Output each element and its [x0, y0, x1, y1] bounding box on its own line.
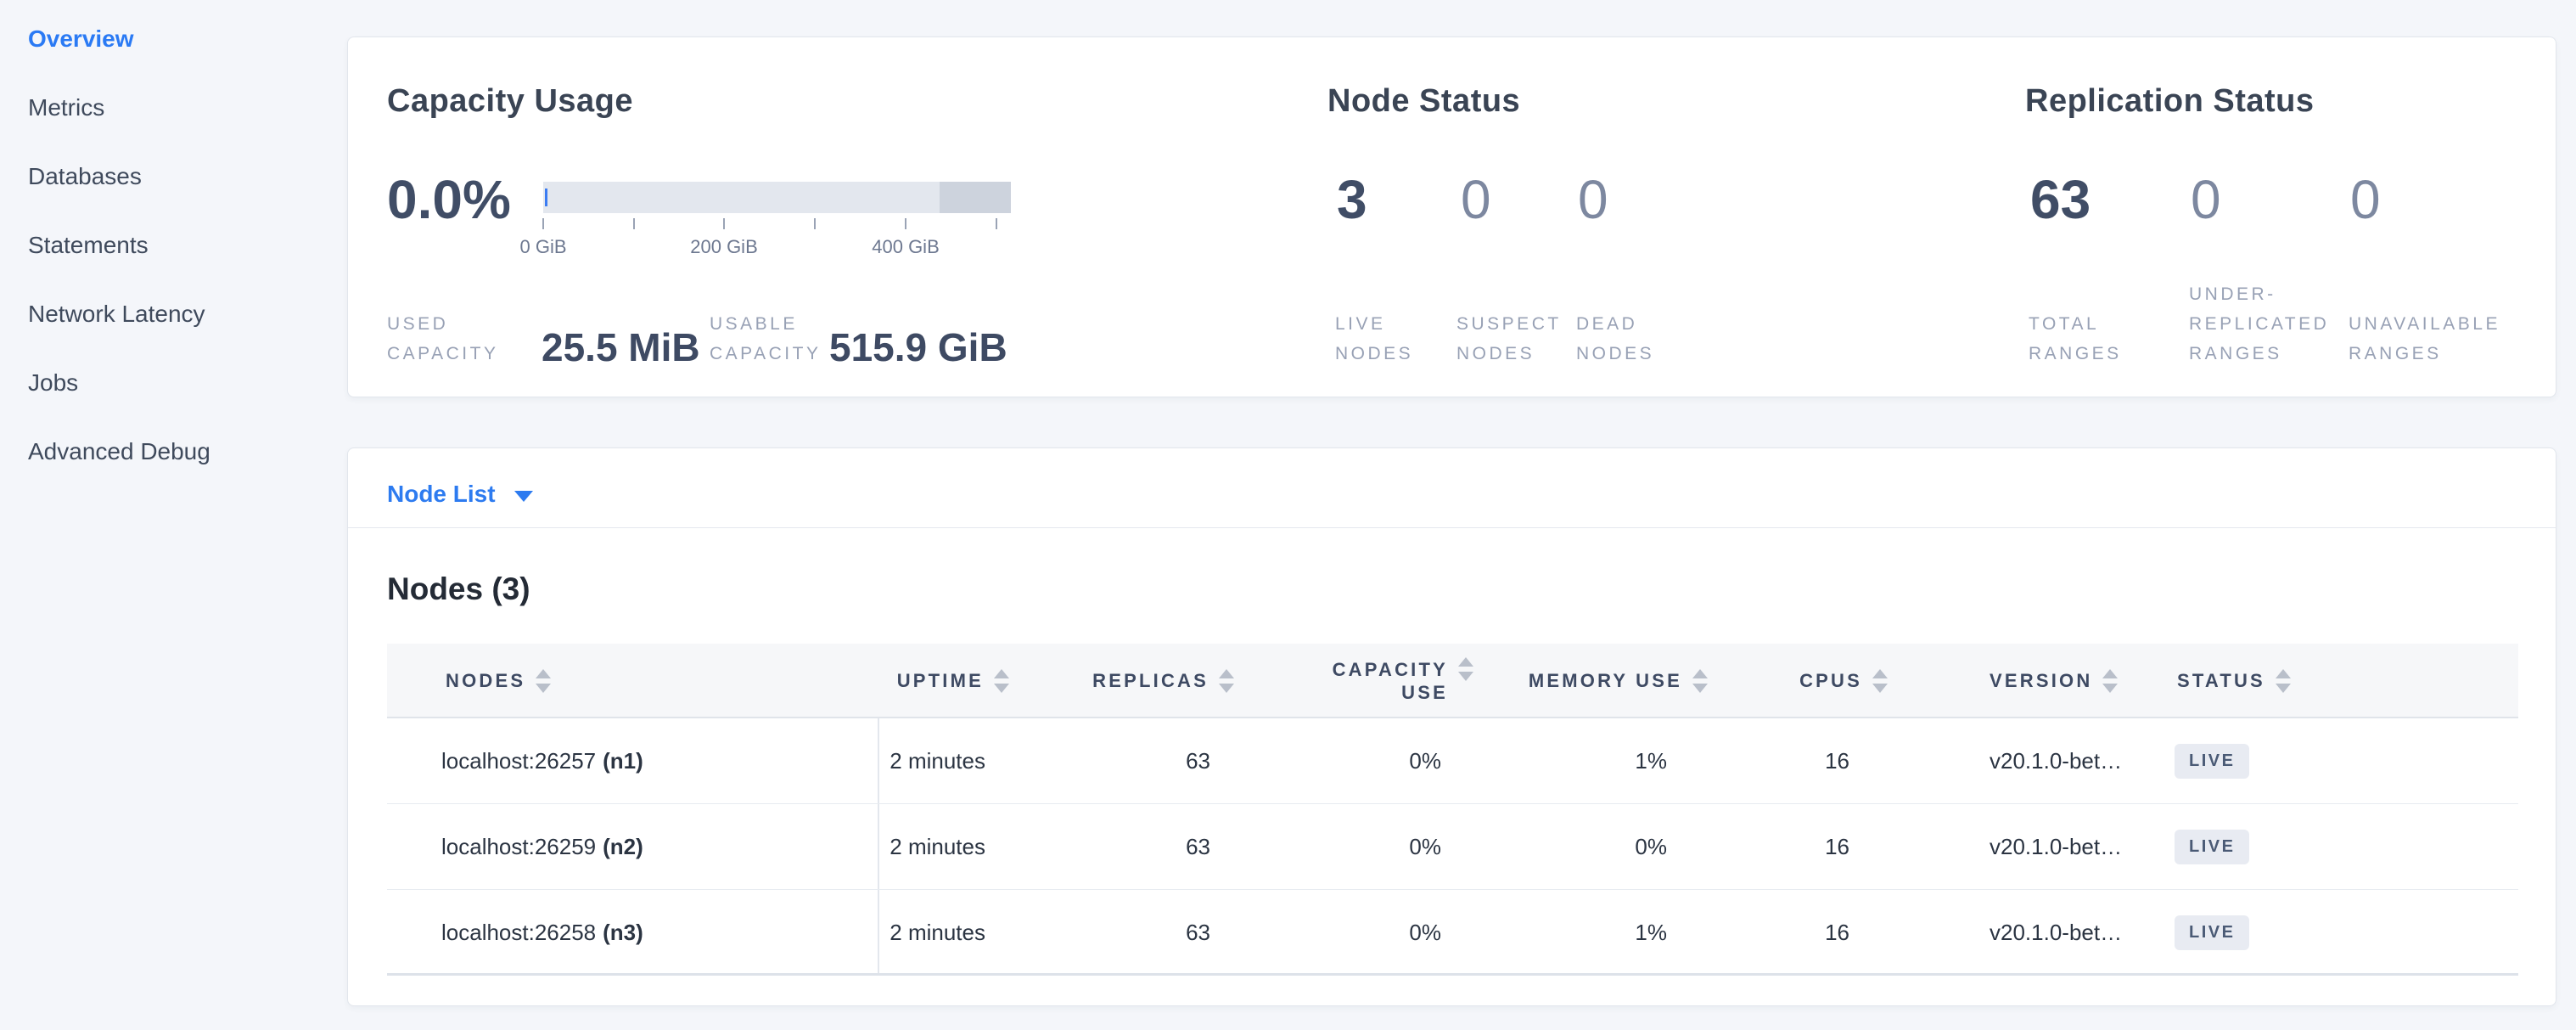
version-cell: v20.1.0-bet… — [1990, 804, 2122, 890]
axis-tick — [542, 218, 544, 229]
replicas-cell: 63 — [1186, 718, 1210, 804]
capacity-used-percent: 0.0% — [387, 172, 511, 228]
axis-tick — [723, 218, 725, 229]
uptime-cell: 2 minutes — [890, 718, 985, 804]
sort-icon — [994, 669, 1009, 693]
memory-use-cell: 0% — [1635, 804, 1667, 890]
cluster-summary-card: Capacity Usage 0.0% 0 GiB 200 GiB 400 Gi… — [347, 37, 2556, 397]
column-header-capacity-use[interactable]: CAPACITY USE — [1333, 644, 1473, 718]
live-nodes-label: LIVE NODES — [1335, 273, 1413, 369]
uptime-cell: 2 minutes — [890, 890, 985, 976]
axis-tick — [814, 218, 816, 229]
capacity-usage-title: Capacity Usage — [387, 83, 633, 120]
node-address-link[interactable]: localhost:26257 (n1) — [441, 718, 643, 804]
unavailable-ranges-count: 0 — [2350, 172, 2381, 228]
column-header-version[interactable]: VERSION — [1990, 644, 2118, 718]
used-capacity-label: USED CAPACITY — [387, 273, 498, 369]
axis-label-0gib: 0 GiB — [467, 234, 620, 260]
status-cell: LIVE — [2175, 890, 2249, 976]
under-replicated-ranges-label: UNDER- REPLICATED RANGES — [2189, 273, 2329, 369]
node-list-card: Node List Nodes (3) NODES UPTIME REPLICA… — [347, 447, 2556, 1006]
sidebar-item-databases[interactable]: Databases — [28, 161, 347, 192]
capacity-nonusable-segment — [940, 182, 1011, 213]
status-cell: LIVE — [2175, 804, 2249, 890]
uptime-cell: 2 minutes — [890, 804, 985, 890]
axis-label-400gib: 400 GiB — [829, 234, 982, 260]
axis-tick — [905, 218, 906, 229]
column-header-nodes[interactable]: NODES — [446, 644, 551, 718]
table-row[interactable]: localhost:26257 (n1) 2 minutes 63 0% 1% … — [387, 718, 2518, 804]
node-address-link[interactable]: localhost:26259 (n2) — [441, 804, 643, 890]
column-header-memory-use[interactable]: MEMORY USE — [1529, 644, 1708, 718]
nodes-table-body: localhost:26257 (n1) 2 minutes 63 0% 1% … — [387, 718, 2518, 976]
sidebar-item-network-latency[interactable]: Network Latency — [28, 299, 347, 329]
total-ranges-count: 63 — [2030, 172, 2091, 228]
node-address-link[interactable]: localhost:26258 (n3) — [441, 890, 643, 976]
replicas-cell: 63 — [1186, 804, 1210, 890]
replicas-cell: 63 — [1186, 890, 1210, 976]
total-ranges-label: TOTAL RANGES — [2029, 273, 2122, 369]
column-header-replicas[interactable]: REPLICAS — [1092, 644, 1234, 718]
nodes-section-title: Nodes (3) — [387, 571, 530, 607]
replication-status-title: Replication Status — [2025, 83, 2315, 120]
cpus-cell: 16 — [1825, 890, 1849, 976]
table-row[interactable]: localhost:26259 (n2) 2 minutes 63 0% 0% … — [387, 804, 2518, 890]
sort-icon — [536, 669, 551, 693]
capacity-use-cell: 0% — [1409, 890, 1441, 976]
memory-use-cell: 1% — [1635, 718, 1667, 804]
table-row[interactable]: localhost:26258 (n3) 2 minutes 63 0% 1% … — [387, 890, 2518, 976]
node-status-title: Node Status — [1327, 83, 1520, 120]
sidebar-item-statements[interactable]: Statements — [28, 230, 347, 261]
usable-capacity-label: USABLE CAPACITY — [710, 273, 821, 369]
unavailable-ranges-label: UNAVAILABLE RANGES — [2349, 273, 2500, 369]
column-header-cpus[interactable]: CPUS — [1799, 644, 1888, 718]
sidebar-item-jobs[interactable]: Jobs — [28, 368, 347, 398]
nodes-table-header: NODES UPTIME REPLICAS CAPACITY USE MEMOR… — [387, 644, 2518, 718]
sort-icon — [1219, 669, 1234, 693]
sort-icon — [2102, 669, 2118, 693]
column-header-status[interactable]: STATUS — [2177, 644, 2291, 718]
capacity-used-segment — [545, 189, 547, 206]
sort-icon — [2276, 669, 2291, 693]
sort-icon — [1458, 657, 1473, 681]
dead-nodes-label: DEAD NODES — [1576, 273, 1654, 369]
axis-tick — [633, 218, 635, 229]
capacity-use-cell: 0% — [1409, 804, 1441, 890]
chevron-down-icon — [514, 491, 533, 502]
cpus-cell: 16 — [1825, 718, 1849, 804]
cpus-cell: 16 — [1825, 804, 1849, 890]
capacity-usage-bar — [543, 182, 1011, 213]
live-nodes-count: 3 — [1337, 172, 1367, 228]
status-cell: LIVE — [2175, 718, 2249, 804]
axis-tick — [996, 218, 997, 229]
axis-label-200gib: 200 GiB — [648, 234, 800, 260]
status-badge: LIVE — [2175, 744, 2249, 779]
usable-capacity-value: 515.9 GiB — [829, 324, 1007, 371]
sort-icon — [1872, 669, 1888, 693]
node-list-dropdown-label: Node List — [387, 481, 496, 508]
divider — [348, 527, 2556, 528]
dead-nodes-count: 0 — [1578, 172, 1608, 228]
used-capacity-value: 25.5 MiB — [542, 324, 700, 371]
version-cell: v20.1.0-bet… — [1990, 890, 2122, 976]
status-badge: LIVE — [2175, 830, 2249, 864]
node-list-dropdown[interactable]: Node List — [387, 481, 533, 508]
sort-icon — [1692, 669, 1708, 693]
version-cell: v20.1.0-bet… — [1990, 718, 2122, 804]
sidebar-nav: Overview Metrics Databases Statements Ne… — [0, 0, 347, 1030]
capacity-use-cell: 0% — [1409, 718, 1441, 804]
column-header-uptime[interactable]: UPTIME — [897, 644, 1009, 718]
under-replicated-ranges-count: 0 — [2191, 172, 2221, 228]
suspect-nodes-label: SUSPECT NODES — [1456, 273, 1562, 369]
sidebar-item-overview[interactable]: Overview — [28, 24, 347, 54]
sidebar-item-metrics[interactable]: Metrics — [28, 93, 347, 123]
sidebar-item-advanced-debug[interactable]: Advanced Debug — [28, 436, 347, 467]
memory-use-cell: 1% — [1635, 890, 1667, 976]
status-badge: LIVE — [2175, 915, 2249, 950]
suspect-nodes-count: 0 — [1461, 172, 1491, 228]
